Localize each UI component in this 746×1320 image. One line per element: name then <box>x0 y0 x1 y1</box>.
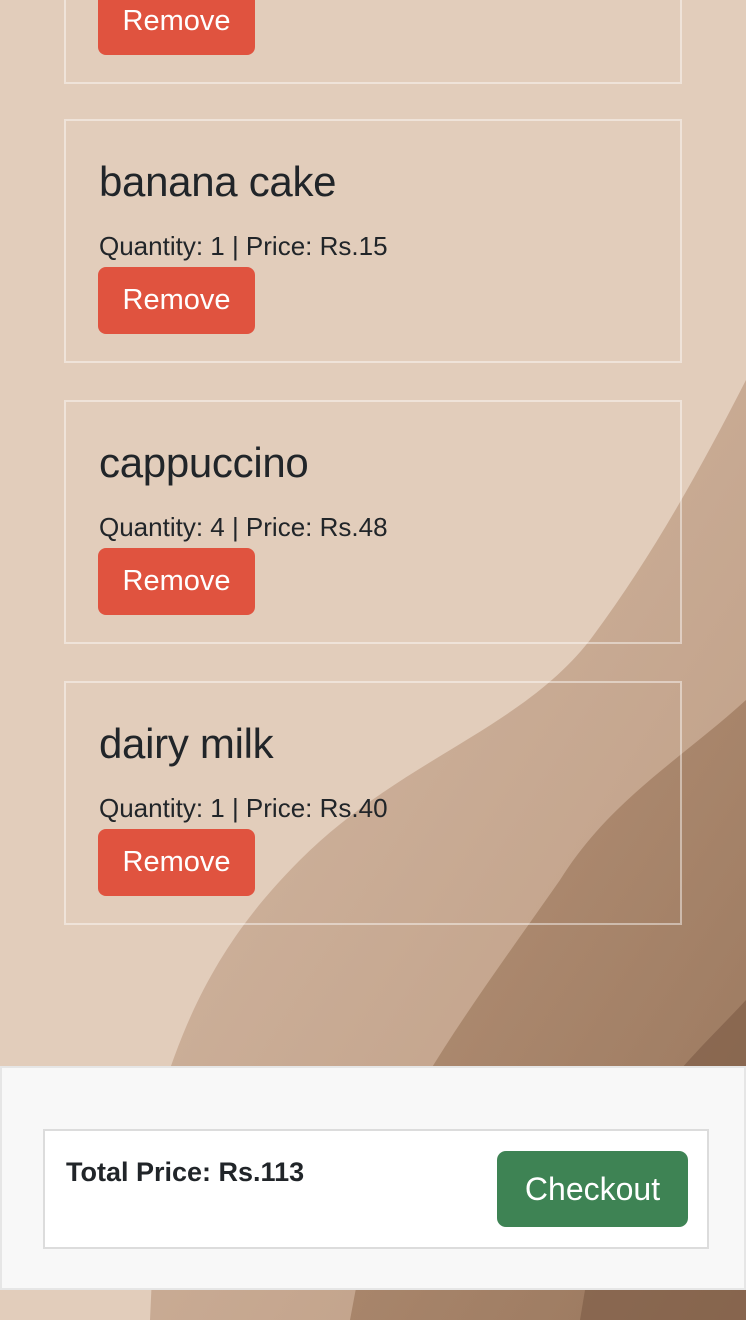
remove-button[interactable]: Remove <box>98 548 255 615</box>
cart-item: dairy milk Quantity: 1 | Price: Rs.40 Re… <box>64 681 682 925</box>
cart-footer: Total Price: Rs.113 Checkout <box>0 1066 746 1290</box>
item-quantity-price: Quantity: 4 | Price: Rs.48 <box>99 512 388 542</box>
item-name: cappuccino <box>99 439 309 486</box>
remove-button[interactable]: Remove <box>98 0 255 55</box>
item-quantity-price: Quantity: 1 | Price: Rs.40 <box>99 793 388 823</box>
total-price: Total Price: Rs.113 <box>66 1157 305 1187</box>
cart-summary: Total Price: Rs.113 Checkout <box>43 1129 709 1249</box>
item-name: banana cake <box>99 158 337 205</box>
remove-button[interactable]: Remove <box>98 267 255 334</box>
cart-item: banana cake Quantity: 1 | Price: Rs.15 R… <box>64 119 682 363</box>
cart-item: Remove <box>64 0 682 84</box>
checkout-button[interactable]: Checkout <box>497 1151 688 1227</box>
remove-button[interactable]: Remove <box>98 829 255 896</box>
item-name: dairy milk <box>99 720 274 767</box>
cart-item: cappuccino Quantity: 4 | Price: Rs.48 Re… <box>64 400 682 644</box>
item-quantity-price: Quantity: 1 | Price: Rs.15 <box>99 231 388 261</box>
